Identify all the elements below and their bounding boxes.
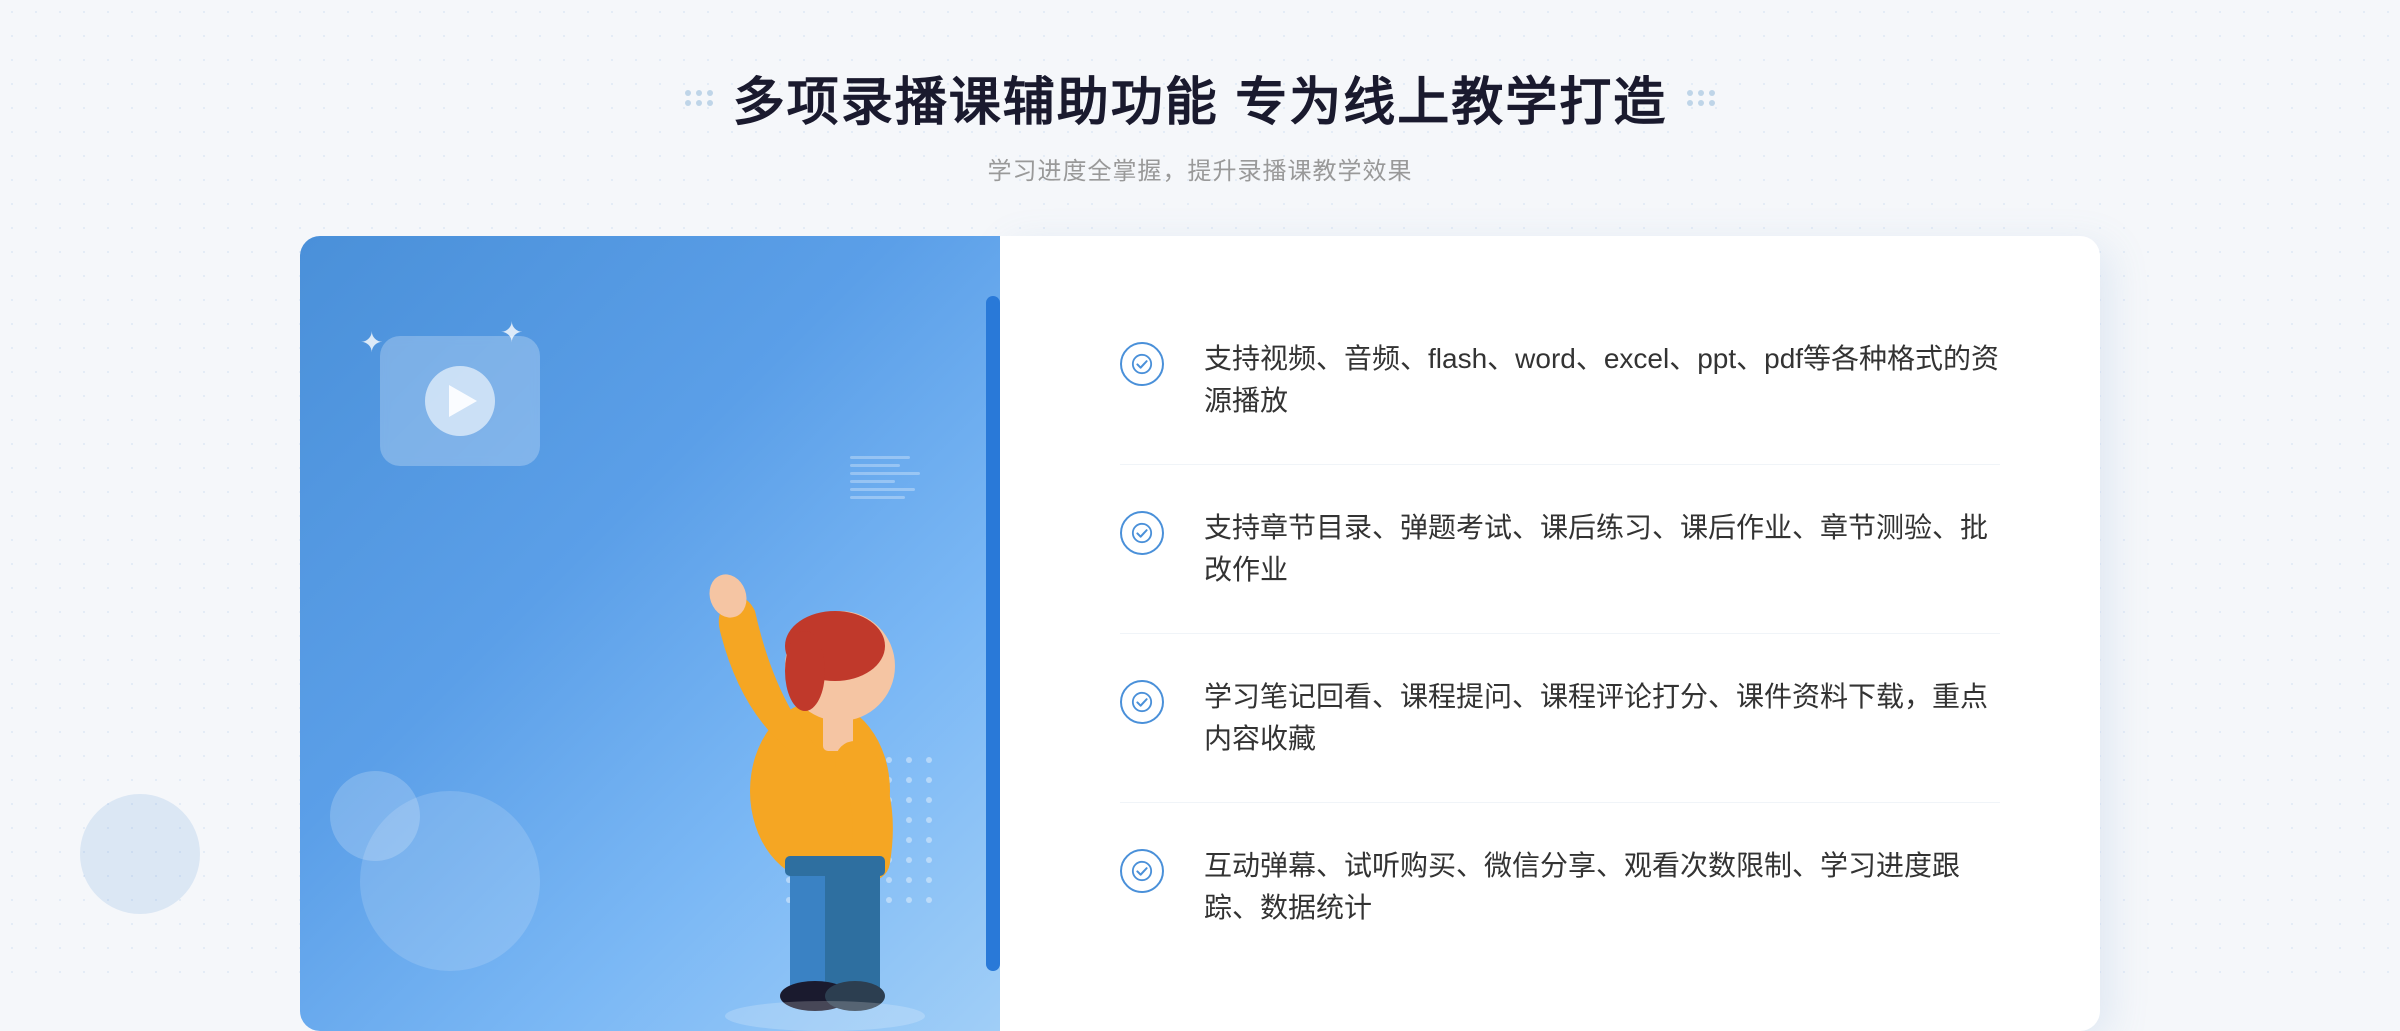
page-wrapper: 多项录播课辅助功能 专为线上教学打造 学习进度全掌握，提升录播课教学效果: [0, 0, 2400, 974]
sparkle-decoration-1: ✦: [360, 326, 383, 359]
small-circle-decoration: [330, 771, 420, 861]
sparkle-decoration-2: ✦: [500, 316, 523, 349]
check-icon-1: [1120, 342, 1164, 386]
check-icon-2: [1120, 511, 1164, 555]
check-icon-4: [1120, 849, 1164, 893]
feature-item-2: 支持章节目录、弹题考试、课后练习、课后作业、章节测验、批改作业: [1120, 465, 2000, 634]
content-area: 多项录播课辅助功能 专为线上教学打造 学习进度全掌握，提升录播课教学效果: [0, 60, 2400, 1031]
play-bubble: [380, 336, 540, 466]
subtitle: 学习进度全掌握，提升录播课教学效果: [987, 151, 1412, 186]
right-features-panel: 支持视频、音频、flash、word、excel、ppt、pdf等各种格式的资源…: [1000, 236, 2100, 1031]
left-illustration-panel: ✦ ✦ for(let i=0; i<64; i++): [300, 236, 1000, 1031]
feature-item-3: 学习笔记回看、课程提问、课程评论打分、课件资料下载，重点内容收藏: [1120, 634, 2000, 803]
header-section: 多项录播课辅助功能 专为线上教学打造 学习进度全掌握，提升录播课教学效果: [685, 60, 1715, 186]
check-icon-3: [1120, 680, 1164, 724]
feature-text-3: 学习笔记回看、课程提问、课程评论打分、课件资料下载，重点内容收藏: [1204, 676, 2000, 760]
feature-item-1: 支持视频、音频、flash、word、excel、ppt、pdf等各种格式的资源…: [1120, 296, 2000, 465]
person-illustration: [660, 471, 980, 1031]
play-triangle: [449, 385, 477, 417]
left-deco-dots: [685, 90, 713, 106]
blue-bar-decoration: [986, 296, 1000, 971]
feature-text-4: 互动弹幕、试听购买、微信分享、观看次数限制、学习进度跟踪、数据统计: [1204, 845, 2000, 929]
title-row: 多项录播课辅助功能 专为线上教学打造: [685, 60, 1715, 135]
main-title: 多项录播课辅助功能 专为线上教学打造: [733, 60, 1667, 135]
feature-text-1: 支持视频、音频、flash、word、excel、ppt、pdf等各种格式的资源…: [1204, 338, 2000, 422]
play-icon: [425, 366, 495, 436]
feature-item-4: 互动弹幕、试听购买、微信分享、观看次数限制、学习进度跟踪、数据统计: [1120, 803, 2000, 971]
right-deco-dots: [1687, 90, 1715, 106]
feature-text-2: 支持章节目录、弹题考试、课后练习、课后作业、章节测验、批改作业: [1204, 507, 2000, 591]
main-card-area: » ✦ ✦: [300, 236, 2100, 1031]
